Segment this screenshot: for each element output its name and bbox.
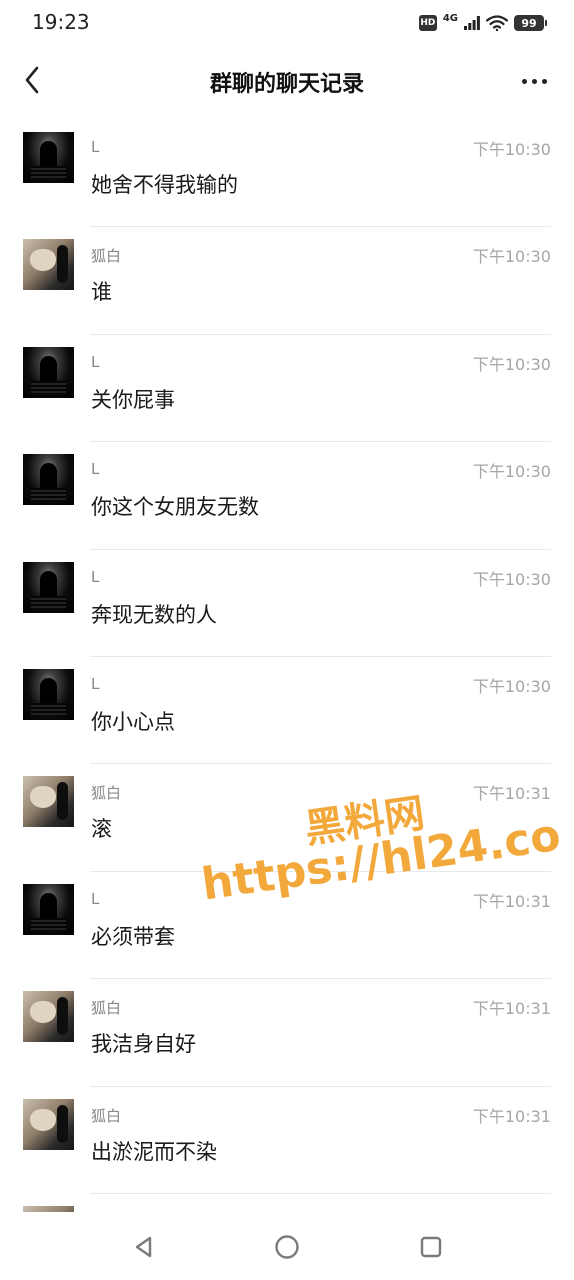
- message-row[interactable]: L 下午10:30 奔现无数的人: [0, 550, 574, 657]
- message-row[interactable]: 狐白 下午10:30 谁: [0, 227, 574, 335]
- system-back-button[interactable]: [127, 1230, 161, 1264]
- triangle-back-icon: [135, 1236, 152, 1258]
- message-time: 下午10:31: [472, 784, 551, 804]
- more-dot-icon: [541, 78, 547, 84]
- sender-name: L: [91, 567, 100, 586]
- avatar[interactable]: [23, 776, 74, 828]
- message-row[interactable]: L 下午10:30 她舍不得我输的: [0, 120, 574, 228]
- avatar[interactable]: [23, 883, 74, 935]
- sender-name: L: [91, 674, 100, 693]
- status-bar: 19:23 HD 4G 99: [0, 0, 574, 44]
- page-title: 群聊的聊天记录: [209, 72, 364, 97]
- message-row[interactable]: L 下午10:30 关你屁事: [0, 335, 574, 443]
- avatar[interactable]: [23, 454, 74, 506]
- sender-name: L: [91, 352, 100, 371]
- wifi-icon: [486, 15, 508, 31]
- avatar[interactable]: [23, 346, 74, 398]
- message-time: 下午10:31: [472, 999, 551, 1019]
- avatar[interactable]: [23, 239, 74, 291]
- sender-name: L: [91, 460, 100, 479]
- sender-name: 狐白: [91, 784, 122, 803]
- message-time: 下午10:30: [472, 354, 551, 374]
- message-text: 我洁身自好: [91, 1032, 196, 1057]
- system-home-button[interactable]: [270, 1230, 304, 1264]
- network-type: 4G: [442, 12, 458, 24]
- message-row[interactable]: L 下午10:30 你小心点: [0, 657, 574, 765]
- message-text: 奔现无数的人: [91, 602, 217, 627]
- square-recents-icon: [420, 1236, 442, 1258]
- avatar[interactable]: [23, 668, 74, 720]
- message-text: 她舍不得我输的: [91, 173, 238, 197]
- message-text: 滚: [91, 817, 112, 842]
- message-row[interactable]: L 下午10:31 必须带套: [0, 872, 574, 980]
- message-time: 下午10:30: [472, 569, 551, 589]
- message-text: 谁: [91, 280, 112, 305]
- circle-home-icon: [275, 1235, 299, 1259]
- status-icons: HD 4G 99: [418, 12, 547, 34]
- avatar[interactable]: [23, 991, 74, 1043]
- message-text: 关你屁事: [91, 387, 175, 412]
- message-row[interactable]: 狐白 下午10:31 我洁身自好: [0, 979, 574, 1087]
- system-recents-button[interactable]: [414, 1230, 448, 1264]
- message-row[interactable]: 狐白 下午10:31 出淤泥而不染: [0, 1087, 574, 1194]
- nav-bar: 群聊的聊天记录: [0, 44, 574, 116]
- battery-icon: 99: [514, 15, 547, 31]
- message-time: 下午10:30: [472, 140, 551, 159]
- hd-icon: HD: [418, 15, 437, 31]
- message-time: 下午10:30: [472, 676, 551, 696]
- more-options-button[interactable]: [514, 68, 554, 94]
- sender-name: L: [91, 138, 100, 156]
- message-time: 下午10:31: [472, 891, 551, 911]
- message-time: 下午10:30: [472, 462, 551, 482]
- sender-name: L: [91, 889, 100, 908]
- message-row[interactable]: [0, 1194, 574, 1212]
- message-text: 出淤泥而不染: [91, 1139, 217, 1164]
- sender-name: 狐白: [91, 247, 122, 266]
- message-time: 下午10:30: [472, 247, 551, 267]
- message-text: 你这个女朋友无数: [91, 495, 259, 520]
- message-text: 必须带套: [91, 924, 175, 949]
- avatar[interactable]: [23, 132, 74, 183]
- sender-name: 狐白: [91, 999, 122, 1018]
- cellular-signal-icon: [464, 16, 480, 30]
- system-navigation-bar: [0, 1212, 574, 1280]
- message-time: 下午10:31: [472, 1106, 551, 1126]
- message-row[interactable]: 狐白 下午10:31 滚: [0, 764, 574, 872]
- message-text: 你小心点: [91, 709, 175, 734]
- more-dot-icon: [531, 78, 537, 84]
- message-list[interactable]: L 下午10:30 她舍不得我输的 狐白 下午10:30 谁 L 下午10:30…: [0, 120, 574, 1212]
- status-time: 19:23: [32, 10, 90, 34]
- avatar[interactable]: [23, 561, 74, 613]
- message-row[interactable]: L 下午10:30 你这个女朋友无数: [0, 442, 574, 550]
- avatar[interactable]: [23, 1098, 74, 1150]
- more-dot-icon: [521, 78, 527, 84]
- sender-name: 狐白: [91, 1106, 122, 1125]
